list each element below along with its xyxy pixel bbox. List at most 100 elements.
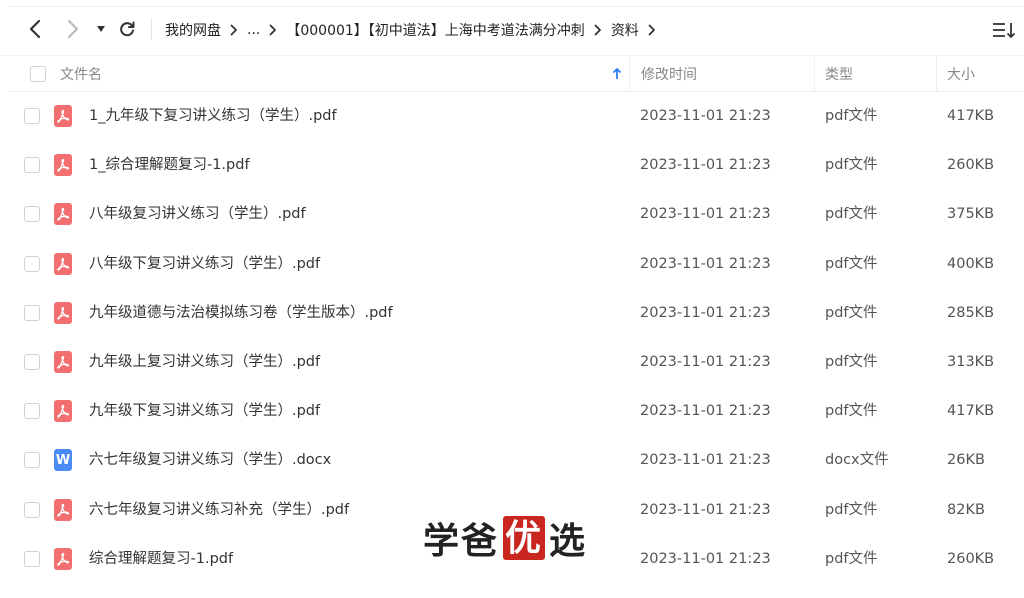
- file-modified: 2023-11-01 21:23: [640, 353, 771, 370]
- file-type: pdf文件: [825, 403, 878, 420]
- file-row[interactable]: 九年级下复习讲义练习（学生）.pdf 2023-11-01 21:23 pdf文…: [8, 387, 1024, 436]
- file-modified: 2023-11-01 21:23: [640, 501, 771, 518]
- file-row[interactable]: 八年级复习讲义练习（学生）.pdf 2023-11-01 21:23 pdf文件…: [8, 190, 1024, 239]
- column-header-name[interactable]: 文件名: [60, 56, 102, 92]
- column-divider: [936, 56, 937, 92]
- watermark-logo: 学爸 优 选: [423, 515, 588, 562]
- file-type: pdf文件: [825, 255, 878, 272]
- file-size: 26KB: [947, 452, 985, 469]
- toolbar: 我的网盘 ... 【000001】【初中道法】上海中考道法满分冲刺 资料: [0, 0, 1024, 56]
- file-name[interactable]: 综合理解题复习-1.pdf: [89, 535, 233, 584]
- chevron-left-icon: [29, 19, 41, 39]
- file-size: 417KB: [947, 403, 995, 420]
- column-header-name-label: 文件名: [60, 67, 102, 83]
- file-name[interactable]: 八年级下复习讲义练习（学生）.pdf: [89, 240, 320, 289]
- top-divider: [8, 6, 1024, 7]
- pdf-file-icon: [54, 350, 72, 373]
- watermark-text-part2: 选: [549, 520, 588, 562]
- row-checkbox[interactable]: [24, 452, 40, 469]
- breadcrumb-current[interactable]: 资料: [611, 20, 639, 40]
- file-name[interactable]: 1_综合理解题复习-1.pdf: [89, 141, 250, 190]
- file-type: pdf文件: [825, 157, 878, 174]
- file-modified: 2023-11-01 21:23: [640, 403, 771, 420]
- file-row[interactable]: 九年级上复习讲义练习（学生）.pdf 2023-11-01 21:23 pdf文…: [8, 338, 1024, 387]
- column-header-size-label: 大小: [947, 67, 975, 83]
- pdf-file-icon: [54, 400, 72, 423]
- file-name[interactable]: 1_九年级下复习讲义练习（学生）.pdf: [89, 92, 337, 141]
- file-size: 400KB: [947, 255, 995, 272]
- file-size: 260KB: [947, 157, 995, 174]
- file-name[interactable]: 八年级复习讲义练习（学生）.pdf: [89, 190, 306, 239]
- column-header-type-label: 类型: [825, 67, 853, 83]
- row-checkbox[interactable]: [24, 108, 40, 124]
- file-name[interactable]: 六七年级复习讲义练习补充（学生）.pdf: [89, 486, 349, 535]
- sort-menu-button[interactable]: [992, 20, 1016, 40]
- file-row[interactable]: W 六七年级复习讲义练习（学生）.docx 2023-11-01 21:23 d…: [8, 436, 1024, 485]
- file-modified: 2023-11-01 21:23: [640, 255, 771, 272]
- file-size: 285KB: [947, 304, 995, 321]
- file-list-header: 文件名 修改时间 类型 大小: [8, 56, 1024, 92]
- column-header-type[interactable]: 类型: [825, 56, 853, 92]
- file-size: 375KB: [947, 206, 995, 223]
- pdf-file-icon: [54, 301, 72, 324]
- breadcrumb-root[interactable]: 我的网盘: [165, 20, 221, 40]
- select-all-checkbox[interactable]: [30, 66, 46, 82]
- row-checkbox[interactable]: [24, 255, 40, 272]
- column-header-modified[interactable]: 修改时间: [641, 56, 697, 92]
- column-header-modified-label: 修改时间: [641, 67, 697, 83]
- file-modified: 2023-11-01 21:23: [640, 108, 771, 124]
- row-checkbox[interactable]: [24, 304, 40, 321]
- file-name[interactable]: 九年级下复习讲义练习（学生）.pdf: [89, 387, 320, 436]
- file-row[interactable]: 八年级下复习讲义练习（学生）.pdf 2023-11-01 21:23 pdf文…: [8, 240, 1024, 289]
- file-type: pdf文件: [825, 501, 878, 518]
- sort-lines-icon: [993, 23, 1016, 38]
- chevron-right-icon: [269, 24, 277, 36]
- row-checkbox[interactable]: [24, 157, 40, 174]
- file-modified: 2023-11-01 21:23: [640, 452, 771, 469]
- word-file-icon: W: [54, 449, 72, 472]
- column-divider: [814, 56, 815, 92]
- file-name[interactable]: 九年级上复习讲义练习（学生）.pdf: [89, 338, 320, 387]
- breadcrumb-ellipsis[interactable]: ...: [247, 22, 260, 38]
- watermark-text-part1: 学爸: [423, 520, 500, 562]
- file-list: 1_九年级下复习讲义练习（学生）.pdf 2023-11-01 21:23 pd…: [8, 92, 1024, 584]
- file-name[interactable]: 九年级道德与法治模拟练习卷（学生版本）.pdf: [89, 289, 393, 338]
- history-dropdown-button[interactable]: [90, 18, 112, 40]
- row-checkbox[interactable]: [24, 501, 40, 518]
- pdf-file-icon: [54, 547, 72, 570]
- pdf-file-icon: [54, 498, 72, 521]
- pdf-file-icon: [54, 154, 72, 177]
- file-name[interactable]: 六七年级复习讲义练习（学生）.docx: [89, 436, 331, 485]
- file-type: pdf文件: [825, 108, 878, 124]
- chevron-right-icon: [594, 24, 602, 36]
- chevron-right-icon: [68, 20, 78, 38]
- column-header-size[interactable]: 大小: [947, 56, 975, 92]
- row-checkbox[interactable]: [24, 550, 40, 567]
- refresh-button[interactable]: [116, 18, 138, 40]
- watermark-seal: 优: [503, 516, 546, 560]
- file-modified: 2023-11-01 21:23: [640, 157, 771, 174]
- file-modified: 2023-11-01 21:23: [640, 206, 771, 223]
- file-size: 313KB: [947, 353, 995, 370]
- row-checkbox[interactable]: [24, 403, 40, 420]
- file-size: 417KB: [947, 108, 995, 124]
- file-size: 82KB: [947, 501, 985, 518]
- file-size: 260KB: [947, 550, 995, 567]
- file-row[interactable]: 1_综合理解题复习-1.pdf 2023-11-01 21:23 pdf文件 2…: [8, 141, 1024, 190]
- file-type: pdf文件: [825, 353, 878, 370]
- forward-button[interactable]: [62, 18, 84, 40]
- file-row[interactable]: 1_九年级下复习讲义练习（学生）.pdf 2023-11-01 21:23 pd…: [8, 92, 1024, 141]
- breadcrumb: 我的网盘 ... 【000001】【初中道法】上海中考道法满分冲刺 资料: [165, 19, 665, 41]
- caret-down-icon: [97, 26, 105, 32]
- file-modified: 2023-11-01 21:23: [640, 304, 771, 321]
- file-modified: 2023-11-01 21:23: [640, 550, 771, 567]
- file-row[interactable]: 九年级道德与法治模拟练习卷（学生版本）.pdf 2023-11-01 21:23…: [8, 289, 1024, 338]
- sort-ascending-icon[interactable]: [612, 56, 622, 92]
- row-checkbox[interactable]: [24, 206, 40, 223]
- pdf-file-icon: [54, 105, 72, 127]
- select-all-cell: [30, 56, 46, 92]
- breadcrumb-folder[interactable]: 【000001】【初中道法】上海中考道法满分冲刺: [286, 20, 584, 40]
- row-checkbox[interactable]: [24, 353, 40, 370]
- back-button[interactable]: [24, 18, 46, 40]
- pdf-file-icon: [54, 203, 72, 226]
